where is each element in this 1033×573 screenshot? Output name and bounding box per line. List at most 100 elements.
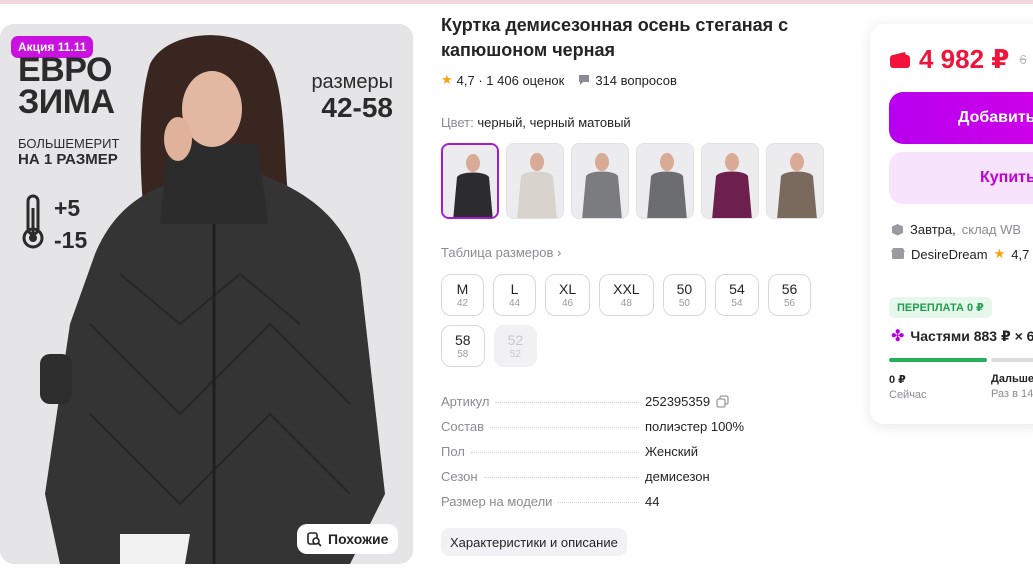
spec-value: демисезон xyxy=(645,469,710,484)
spec-row: Размер на модели 44 xyxy=(441,494,771,519)
swatch-thumbnail xyxy=(507,144,563,218)
rating-row[interactable]: ★ 4,7 · 1 406 оценок 314 вопросов xyxy=(441,72,677,88)
size-table-link[interactable]: Таблица размеров › xyxy=(441,245,561,260)
installment-bar-later xyxy=(991,358,1033,362)
color-swatch[interactable] xyxy=(441,143,499,219)
size-option[interactable]: L 44 xyxy=(493,274,536,316)
pay-later-label: Раз в 14 xyxy=(991,388,1033,400)
color-swatches xyxy=(441,143,824,219)
pay-now-value: 0 ₽ xyxy=(889,374,906,386)
size-label: 52 xyxy=(507,331,524,348)
size-label: 56 xyxy=(781,280,798,297)
pay-now-label: Сейчас xyxy=(889,389,927,401)
shop-icon xyxy=(891,248,905,259)
star-icon: ★ xyxy=(441,72,453,87)
size-option: 52 52 xyxy=(493,325,538,367)
top-accent-line xyxy=(0,0,1033,4)
spec-dots xyxy=(490,427,639,428)
delivery-day: Завтра, xyxy=(910,222,956,237)
wallet-icon xyxy=(890,51,910,68)
temp-plus: +5 xyxy=(54,195,81,221)
spec-value: 44 xyxy=(645,494,660,509)
headline-line-2: ЗИМА xyxy=(18,83,115,121)
color-line: Цвет: черный, черный матовый xyxy=(441,115,631,130)
questions-count[interactable]: 314 вопросов xyxy=(595,73,677,88)
overpay-badge: ПЕРЕПЛАТА 0 ₽ xyxy=(889,297,992,318)
size-option[interactable]: XXL 48 xyxy=(599,274,654,316)
size-option[interactable]: 58 58 xyxy=(441,325,485,367)
color-swatch[interactable] xyxy=(701,143,759,219)
pay-later: Дальше Раз в 14 xyxy=(991,373,1033,400)
size-label: XXL xyxy=(613,280,640,297)
size-ru: 48 xyxy=(620,297,632,309)
spec-dots xyxy=(483,477,639,478)
installments-row[interactable]: ✤ Частями 883 ₽ × 6 xyxy=(891,326,1033,346)
copy-icon[interactable] xyxy=(716,395,729,411)
spec-dots xyxy=(470,452,639,453)
price-row: 4 982 ₽ 6 xyxy=(889,44,1027,75)
pay-now: 0 ₽ Сейчас xyxy=(889,373,927,401)
size-label: 50 xyxy=(676,280,693,297)
thermometer-icon xyxy=(22,194,44,249)
buy-box: 4 982 ₽ 6 Добавить Купить Завтра, склад … xyxy=(870,24,1033,424)
spec-dots xyxy=(495,402,639,403)
size-option[interactable]: 56 56 xyxy=(767,274,812,316)
seller-info[interactable]: DesireDream ★ 4,7 xyxy=(891,246,1029,262)
installments-icon: ✤ xyxy=(891,328,905,345)
temperature-range: +5 -15 xyxy=(54,192,87,256)
spec-key: Артикул xyxy=(441,394,490,409)
color-label: Цвет: xyxy=(441,115,474,130)
swatch-thumbnail xyxy=(767,144,823,218)
color-swatch[interactable] xyxy=(636,143,694,219)
size-label: L xyxy=(510,280,519,297)
spec-value: Женский xyxy=(645,444,698,459)
sizes-range: 42-58 xyxy=(321,92,393,123)
size-option[interactable]: 50 50 xyxy=(662,274,707,316)
swatch-thumbnail xyxy=(702,144,758,218)
seller-name[interactable]: DesireDream xyxy=(911,247,988,262)
spec-value: полиэстер 100% xyxy=(645,419,745,434)
fit-note-line-2: НА 1 РАЗМЕР xyxy=(18,151,118,168)
characteristics-button[interactable]: Характеристики и описание xyxy=(441,528,627,556)
buy-now-button[interactable]: Купить xyxy=(889,152,1033,204)
size-option[interactable]: 54 54 xyxy=(715,274,759,316)
fit-note-line-1: БОЛЬШЕМЕРИТ xyxy=(18,136,120,151)
swatch-thumbnail xyxy=(572,144,628,218)
size-ru: 46 xyxy=(562,297,574,309)
color-swatch[interactable] xyxy=(506,143,564,219)
delivery-place: склад WB xyxy=(961,222,1022,237)
box-icon xyxy=(892,224,903,236)
product-title: Куртка демисезонная осень стеганая с кап… xyxy=(441,15,789,60)
old-price: 6 xyxy=(1019,52,1027,67)
installment-bar-now xyxy=(889,358,987,362)
price-value: 4 982 ₽ xyxy=(919,44,1010,74)
delivery-info: Завтра, склад WB xyxy=(891,222,1021,237)
spec-key: Сезон xyxy=(441,469,478,484)
swatch-thumbnail xyxy=(443,145,497,217)
question-bubble-icon xyxy=(579,75,590,85)
color-value: черный, черный матовый xyxy=(477,115,631,130)
product-photo[interactable]: Акция 11.11 ЕВРО ЗИМА БОЛЬШЕМЕРИТ НА 1 Р… xyxy=(0,24,413,564)
spec-row: Сезон демисезон xyxy=(441,469,771,494)
spec-key: Состав xyxy=(441,419,485,434)
color-swatch[interactable] xyxy=(571,143,629,219)
size-label: 54 xyxy=(729,280,745,297)
spec-row: Артикул 252395359 xyxy=(441,394,771,419)
rating-value: 4,7 xyxy=(456,72,475,88)
size-ru: 56 xyxy=(783,297,796,309)
size-option[interactable]: M 42 xyxy=(441,274,484,316)
fit-note: БОЛЬШЕМЕРИТ НА 1 РАЗМЕР xyxy=(18,136,119,168)
pay-later-value: Дальше xyxy=(991,373,1033,385)
spec-key: Пол xyxy=(441,444,465,459)
reviews-count[interactable]: · 1 406 оценок xyxy=(478,73,564,88)
similar-label: Похожие xyxy=(328,531,389,547)
size-ru: 50 xyxy=(678,297,690,309)
similar-button[interactable]: Похожие xyxy=(297,524,399,554)
add-to-cart-button[interactable]: Добавить xyxy=(889,92,1033,144)
spec-row: Состав полиэстер 100% xyxy=(441,419,771,444)
color-swatch[interactable] xyxy=(766,143,824,219)
spec-dots xyxy=(558,502,639,503)
size-option[interactable]: XL 46 xyxy=(545,274,591,316)
spec-list: Артикул 252395359 Состав полиэстер 100% Пол Ж… xyxy=(441,394,771,519)
size-ru: 54 xyxy=(731,297,743,309)
